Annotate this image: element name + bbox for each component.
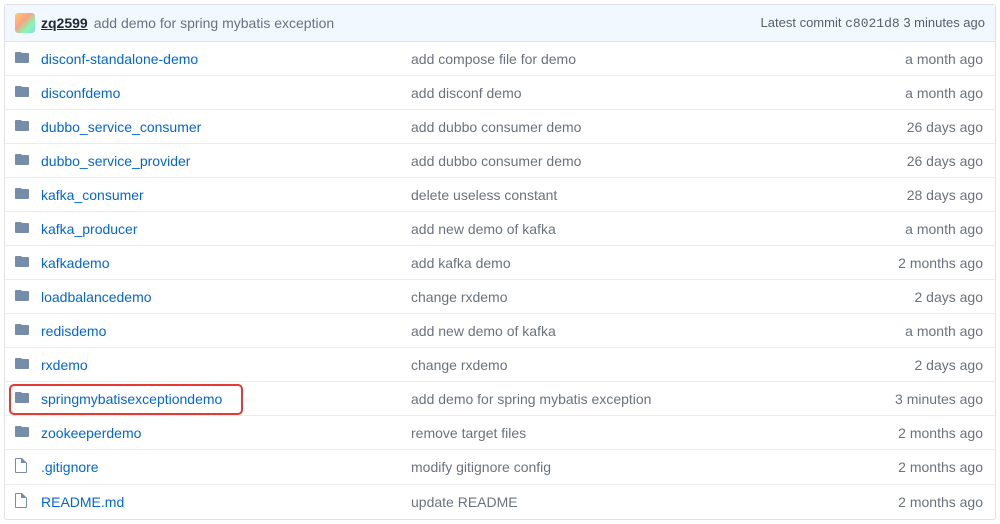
commit-time: 26 days ago xyxy=(855,110,995,144)
commit-time: a month ago xyxy=(855,314,995,348)
commit-message-link[interactable]: add disconf demo xyxy=(411,85,522,101)
folder-icon xyxy=(15,288,29,305)
folder-link[interactable]: zookeeperdemo xyxy=(41,425,141,441)
folder-link[interactable]: rxdemo xyxy=(41,357,88,373)
table-row: springmybatisexceptiondemo add demo for s… xyxy=(5,382,995,416)
folder-icon xyxy=(15,322,29,339)
commit-message-link[interactable]: add dubbo consumer demo xyxy=(411,119,581,135)
table-row: rxdemo change rxdemo 2 days ago xyxy=(5,348,995,382)
commit-time: 2 days ago xyxy=(855,348,995,382)
table-row: kafka_consumer delete useless constant 28 … xyxy=(5,178,995,212)
table-row: kafkademo add kafka demo 2 months ago xyxy=(5,246,995,280)
table-row: disconf-standalone-demo add compose file … xyxy=(5,42,995,76)
commit-message-link[interactable]: delete useless constant xyxy=(411,187,557,203)
latest-commit-bar: zq2599 add demo for spring mybatis excep… xyxy=(5,5,995,42)
table-row: README.md update README 2 months ago xyxy=(5,485,995,520)
latest-commit-sha[interactable]: c8021d8 xyxy=(845,16,900,31)
folder-link[interactable]: kafka_consumer xyxy=(41,187,144,203)
commit-message-link[interactable]: change rxdemo xyxy=(411,289,508,305)
commit-message-link[interactable]: add dubbo consumer demo xyxy=(411,153,581,169)
file-icon xyxy=(15,493,27,511)
folder-icon xyxy=(15,254,29,271)
latest-commit-message[interactable]: add demo for spring mybatis exception xyxy=(94,15,334,31)
commit-time: 2 months ago xyxy=(855,450,995,485)
folder-link[interactable]: disconfdemo xyxy=(41,85,120,101)
folder-link[interactable]: kafkademo xyxy=(41,255,109,271)
folder-link[interactable]: disconf-standalone-demo xyxy=(41,51,198,67)
folder-link[interactable]: loadbalancedemo xyxy=(41,289,152,305)
commit-message-link[interactable]: add compose file for demo xyxy=(411,51,576,67)
commit-message-link[interactable]: add demo for spring mybatis exception xyxy=(411,391,651,407)
table-row: disconfdemo add disconf demo a month ago xyxy=(5,76,995,110)
folder-icon xyxy=(15,152,29,169)
folder-icon xyxy=(15,118,29,135)
folder-link[interactable]: kafka_producer xyxy=(41,221,138,237)
commit-message-link[interactable]: add new demo of kafka xyxy=(411,323,556,339)
file-link[interactable]: README.md xyxy=(41,494,124,510)
table-row: kafka_producer add new demo of kafka a mon… xyxy=(5,212,995,246)
commit-time: 26 days ago xyxy=(855,144,995,178)
folder-icon xyxy=(15,50,29,67)
latest-commit-label: Latest commit xyxy=(761,15,842,30)
commit-message-link[interactable]: modify gitignore config xyxy=(411,459,551,475)
file-table: disconf-standalone-demo add compose file … xyxy=(5,42,995,519)
folder-link[interactable]: springmybatisexceptiondemo xyxy=(41,391,222,407)
file-icon xyxy=(15,458,27,476)
folder-icon xyxy=(15,390,29,407)
commit-time: 3 minutes ago xyxy=(855,382,995,416)
commit-time: 2 months ago xyxy=(855,416,995,450)
folder-link[interactable]: dubbo_service_consumer xyxy=(41,119,201,135)
commit-message-link[interactable]: add kafka demo xyxy=(411,255,511,271)
commit-message-link[interactable]: add new demo of kafka xyxy=(411,221,556,237)
latest-commit-meta: Latest commit c8021d8 3 minutes ago xyxy=(761,15,985,31)
table-row: .gitignore modify gitignore config 2 month… xyxy=(5,450,995,485)
commit-time: 28 days ago xyxy=(855,178,995,212)
table-row: dubbo_service_consumer add dubbo consumer… xyxy=(5,110,995,144)
commit-message-link[interactable]: remove target files xyxy=(411,425,526,441)
commit-time: 2 days ago xyxy=(855,280,995,314)
folder-icon xyxy=(15,356,29,373)
file-link[interactable]: .gitignore xyxy=(41,459,99,475)
table-row: loadbalancedemo change rxdemo 2 days ago xyxy=(5,280,995,314)
file-listing-container: zq2599 add demo for spring mybatis excep… xyxy=(4,4,996,520)
commit-message-link[interactable]: change rxdemo xyxy=(411,357,508,373)
latest-commit-time: 3 minutes ago xyxy=(903,15,985,30)
table-row: zookeeperdemo remove target files 2 months… xyxy=(5,416,995,450)
commit-time: 2 months ago xyxy=(855,485,995,520)
author-link[interactable]: zq2599 xyxy=(41,15,88,31)
folder-icon xyxy=(15,186,29,203)
folder-link[interactable]: dubbo_service_provider xyxy=(41,153,190,169)
avatar[interactable] xyxy=(15,13,35,33)
table-row: redisdemo add new demo of kafka a month ag… xyxy=(5,314,995,348)
commit-time: a month ago xyxy=(855,212,995,246)
table-row: dubbo_service_provider add dubbo consumer… xyxy=(5,144,995,178)
commit-message-link[interactable]: update README xyxy=(411,494,518,510)
folder-icon xyxy=(15,424,29,441)
folder-link[interactable]: redisdemo xyxy=(41,323,106,339)
commit-time: 2 months ago xyxy=(855,246,995,280)
folder-icon xyxy=(15,84,29,101)
folder-icon xyxy=(15,220,29,237)
commit-time: a month ago xyxy=(855,42,995,76)
commit-time: a month ago xyxy=(855,76,995,110)
